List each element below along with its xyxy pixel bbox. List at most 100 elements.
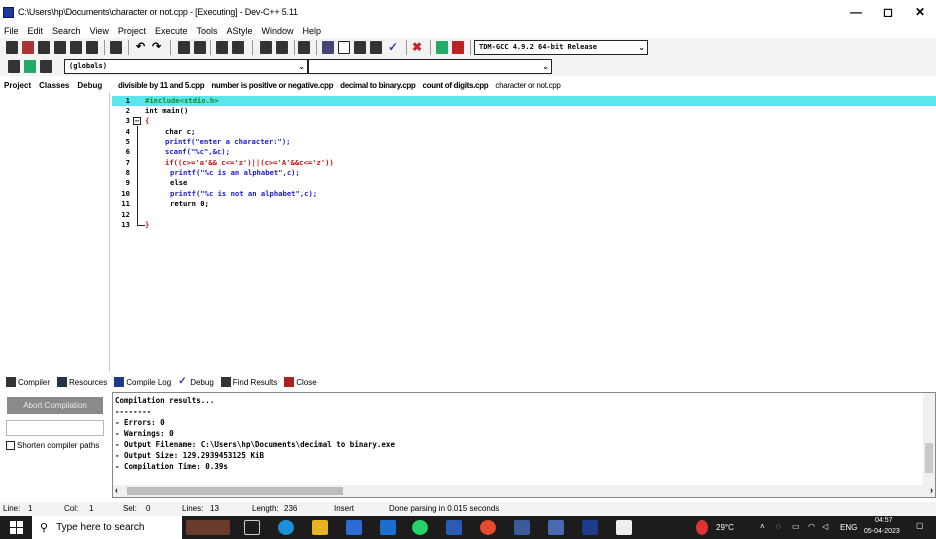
tab-file[interactable]: number is positive or negative.cpp xyxy=(211,81,333,90)
weather-temperature[interactable]: 29°C xyxy=(716,523,734,532)
code-text: printf("%c is not an alphabet",c); xyxy=(170,189,318,198)
tab-file[interactable]: count of digits.cpp xyxy=(423,81,489,90)
terminal-taskbar-icon[interactable] xyxy=(616,520,632,535)
menu-help[interactable]: Help xyxy=(303,26,322,36)
notification-icon[interactable]: ▢ xyxy=(916,521,924,530)
menu-search[interactable]: Search xyxy=(52,26,81,36)
goto-icon[interactable] xyxy=(40,60,52,73)
minimize-button[interactable]: — xyxy=(840,0,872,24)
whatsapp-icon[interactable] xyxy=(412,520,428,535)
menu-view[interactable]: View xyxy=(90,26,109,36)
code-editor[interactable]: 1 #include<stdio.h> 2 int main() 3 − { 4… xyxy=(112,92,936,372)
tab-compiler[interactable]: Compiler xyxy=(6,377,50,387)
taskbar-widget-icon[interactable] xyxy=(186,520,230,535)
tab-project[interactable]: Project xyxy=(4,81,31,90)
compiler-select[interactable]: TDM-GCC 4.9.2 64-bit Release ⌄ xyxy=(474,40,648,55)
code-text: scanf("%c",&c); xyxy=(165,147,230,156)
syntax-check-icon[interactable]: ✓ xyxy=(388,41,400,54)
scope-select[interactable]: (globals) ⌄ xyxy=(64,59,308,74)
windows-start-icon[interactable] xyxy=(10,521,23,534)
word-icon[interactable] xyxy=(446,520,462,535)
line-number: 11 xyxy=(121,199,130,208)
abort-compilation-button[interactable]: Abort Compilation xyxy=(7,397,103,414)
taskbar-search-box[interactable]: ⚲ Type here to search xyxy=(32,516,182,539)
menu-window[interactable]: Window xyxy=(262,26,294,36)
devcpp-taskbar-icon[interactable] xyxy=(514,520,530,535)
function-select[interactable]: ⌄ xyxy=(308,59,552,74)
task-view-icon[interactable] xyxy=(244,520,260,535)
vertical-scrollbar[interactable] xyxy=(923,393,935,497)
shorten-paths-checkbox[interactable] xyxy=(6,441,15,450)
wifi-icon[interactable]: ◠ xyxy=(808,522,815,531)
menu-astyle[interactable]: AStyle xyxy=(226,26,252,36)
project-browser[interactable] xyxy=(0,92,110,372)
battery-icon[interactable]: ▭ xyxy=(792,522,800,531)
tab-debug[interactable]: Debug xyxy=(77,81,102,90)
goto-line-icon[interactable] xyxy=(232,41,244,54)
unindent-icon[interactable] xyxy=(276,41,288,54)
network-icon[interactable]: ◌ xyxy=(776,522,781,531)
compile-run-icon[interactable] xyxy=(354,41,366,54)
chrome-icon[interactable] xyxy=(480,520,496,535)
save-icon[interactable] xyxy=(38,41,50,54)
weather-icon[interactable] xyxy=(696,520,708,535)
insert-icon[interactable] xyxy=(8,60,20,73)
find-next-icon[interactable] xyxy=(216,41,228,54)
tab-debug-bottom[interactable]: ✓ Debug xyxy=(178,377,214,387)
rebuild-icon[interactable] xyxy=(370,41,382,54)
close-button[interactable]: ✕ xyxy=(904,0,936,24)
compile-log-output[interactable]: Compilation results... -------- - Errors… xyxy=(112,392,936,498)
console-taskbar-icon[interactable] xyxy=(582,520,598,535)
find-icon[interactable] xyxy=(178,41,190,54)
language-indicator[interactable]: ENG xyxy=(840,523,857,532)
edge-browser-icon[interactable] xyxy=(278,520,294,535)
vertical-scroll-thumb[interactable] xyxy=(925,443,933,473)
tab-file[interactable]: decimal to binary.cpp xyxy=(340,81,416,90)
bookmark-icon[interactable] xyxy=(298,41,310,54)
fold-collapse-icon[interactable]: − xyxy=(133,117,141,125)
microsoft-store-icon[interactable] xyxy=(346,520,362,535)
menu-project[interactable]: Project xyxy=(118,26,146,36)
close-file-icon[interactable] xyxy=(70,41,82,54)
tab-compile-log[interactable]: Compile Log xyxy=(114,377,171,387)
save-all-icon[interactable] xyxy=(54,41,66,54)
scope-select-value: (globals) xyxy=(69,62,107,70)
compile-icon[interactable] xyxy=(322,41,334,54)
log-line: - Errors: 0 xyxy=(115,418,165,427)
scroll-right-icon[interactable]: › xyxy=(930,485,933,495)
print-icon[interactable] xyxy=(110,41,122,54)
close-all-icon[interactable] xyxy=(86,41,98,54)
tab-resources[interactable]: Resources xyxy=(57,377,107,387)
menu-file[interactable]: File xyxy=(4,26,19,36)
volume-icon[interactable]: ◁ xyxy=(822,522,828,531)
new-file-icon[interactable] xyxy=(6,41,18,54)
maximize-button[interactable]: ◻ xyxy=(872,0,904,24)
stop-execution-icon[interactable]: ✖ xyxy=(412,41,424,54)
redo-icon[interactable]: ↷ xyxy=(152,41,164,54)
tab-find-results[interactable]: Find Results xyxy=(220,377,277,387)
chart-icon[interactable] xyxy=(436,41,448,54)
file-explorer-icon[interactable] xyxy=(312,520,328,535)
menu-tools[interactable]: Tools xyxy=(196,26,217,36)
clock-time[interactable]: 04:57 xyxy=(875,517,893,524)
replace-icon[interactable] xyxy=(194,41,206,54)
indent-icon[interactable] xyxy=(260,41,272,54)
open-file-icon[interactable] xyxy=(22,41,34,54)
app-taskbar-icon[interactable] xyxy=(548,520,564,535)
profile-icon[interactable] xyxy=(452,41,464,54)
tab-file-active[interactable]: character or not.cpp xyxy=(495,81,560,90)
toggle-icon[interactable] xyxy=(24,60,36,73)
menu-execute[interactable]: Execute xyxy=(155,26,188,36)
tab-classes[interactable]: Classes xyxy=(39,81,69,90)
tab-file[interactable]: divisible by 11 and 5.cpp xyxy=(118,81,205,90)
tab-close[interactable]: Close xyxy=(284,377,317,387)
chevron-up-icon[interactable]: ˄ xyxy=(760,522,765,531)
run-icon[interactable] xyxy=(338,41,350,54)
horizontal-scrollbar[interactable]: ‹ › xyxy=(113,485,935,497)
mail-icon[interactable] xyxy=(380,520,396,535)
clock-date[interactable]: 05-04-2023 xyxy=(864,528,900,535)
horizontal-scroll-thumb[interactable] xyxy=(127,487,343,495)
scroll-left-icon[interactable]: ‹ xyxy=(115,485,118,495)
menu-edit[interactable]: Edit xyxy=(28,26,44,36)
undo-icon[interactable]: ↶ xyxy=(136,41,148,54)
